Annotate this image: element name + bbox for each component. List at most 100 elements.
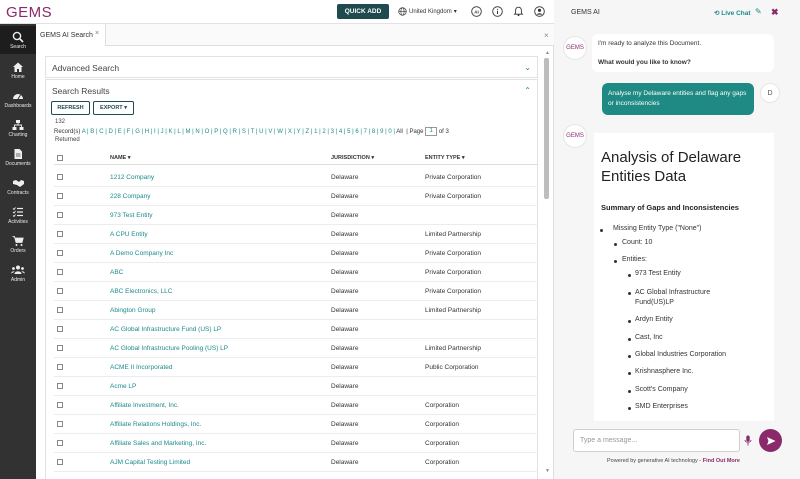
chevron-down-icon[interactable]: ⌄ xyxy=(524,63,531,72)
sidebar-item-charting[interactable]: Charting xyxy=(0,114,36,142)
row-checkbox[interactable] xyxy=(57,383,63,389)
entity-name-link[interactable]: 228 Company xyxy=(110,193,150,200)
sidebar-item-documents[interactable]: Documents xyxy=(0,143,36,171)
entity-name-link[interactable]: AJM Capital Testing Limited xyxy=(110,459,190,466)
alphabet-link[interactable]: 2 xyxy=(322,129,325,135)
sidebar-item-home[interactable]: Home xyxy=(0,56,36,84)
alphabet-link[interactable]: 4 xyxy=(339,129,342,135)
table-row[interactable]: AC Global Infrastructure Pooling (US) LP… xyxy=(54,339,538,358)
entity-name-link[interactable]: ACME II Incorporated xyxy=(110,364,173,371)
table-row[interactable]: 1212 Company Delaware Private Corporation xyxy=(54,168,538,187)
refresh-button[interactable]: REFRESH xyxy=(51,101,90,115)
alphabet-link[interactable]: F xyxy=(127,129,131,135)
table-row[interactable]: 228 Company Delaware Private Corporation xyxy=(54,187,538,206)
alphabet-link[interactable]: 3 xyxy=(331,129,334,135)
chat-input[interactable]: Type a message... xyxy=(573,429,740,452)
row-checkbox[interactable] xyxy=(57,231,63,237)
entity-name-link[interactable]: ABC xyxy=(110,269,123,276)
alphabet-link[interactable]: Y xyxy=(297,129,301,135)
sidebar-item-search[interactable]: Search xyxy=(0,26,36,54)
alphabet-link[interactable]: I xyxy=(154,129,156,135)
alphabet-link[interactable]: D xyxy=(108,129,112,135)
table-row[interactable]: ABC Electronics, LLC Delaware Private Corp… xyxy=(54,282,538,301)
ai-icon[interactable]: AI xyxy=(471,6,482,17)
alphabet-link[interactable]: 5 xyxy=(347,129,350,135)
gems-logo[interactable]: GEMS xyxy=(6,4,52,21)
row-checkbox[interactable] xyxy=(57,345,63,351)
alphabet-link[interactable]: J xyxy=(161,129,164,135)
row-checkbox[interactable] xyxy=(57,326,63,332)
send-button[interactable] xyxy=(759,429,782,452)
table-row[interactable]: AC Global Infrastructure Fund (US) LP Del… xyxy=(54,320,538,339)
alphabet-link[interactable]: H xyxy=(145,129,149,135)
quick-add-button[interactable]: QUICK ADD xyxy=(337,4,389,19)
table-row[interactable]: Abington Group Delaware Limited Partnershi… xyxy=(54,301,538,320)
alphabet-link[interactable]: K xyxy=(169,129,173,135)
alphabet-link[interactable]: 8 xyxy=(372,129,375,135)
entity-name-link[interactable]: AC Global Infrastructure Pooling (US) LP xyxy=(110,345,228,352)
alphabet-link[interactable]: M xyxy=(185,129,190,135)
user-profile-icon[interactable] xyxy=(534,6,545,17)
row-checkbox[interactable] xyxy=(57,212,63,218)
column-header-jurisdiction[interactable]: JURISDICTION ▾ xyxy=(331,155,374,161)
alphabet-link[interactable]: S xyxy=(242,129,246,135)
tab-close-icon[interactable]: × xyxy=(95,30,99,37)
table-row[interactable]: 973 Test Entity Delaware xyxy=(54,206,538,225)
page-input[interactable]: 1 xyxy=(425,127,438,136)
sidebar-item-orders[interactable]: Orders xyxy=(0,230,36,258)
alphabet-link[interactable]: Q xyxy=(223,129,228,135)
alphabet-link[interactable]: V xyxy=(268,129,272,135)
table-row[interactable]: Affiliate Sales and Marketing, Inc. Delaw… xyxy=(54,434,538,453)
alphabet-link[interactable]: X xyxy=(288,129,292,135)
info-icon[interactable] xyxy=(492,6,503,17)
alphabet-link[interactable]: C xyxy=(99,129,103,135)
alphabet-link[interactable]: W xyxy=(277,129,283,135)
close-chat-icon[interactable]: ✖ xyxy=(771,7,779,18)
table-row[interactable]: A Demo Company Inc Delaware Private Corpor… xyxy=(54,244,538,263)
sidebar-item-dashboards[interactable]: Dashboards xyxy=(0,85,36,113)
bell-icon[interactable] xyxy=(513,6,524,17)
alphabet-link[interactable]: P xyxy=(214,129,218,135)
table-row[interactable]: AJM Capital Testing Limited Delaware Corpo… xyxy=(54,453,538,472)
alphabet-link[interactable]: E xyxy=(118,129,122,135)
advanced-search-panel[interactable]: Advanced Search ⌄ xyxy=(45,56,538,78)
export-button[interactable]: EXPORT ▾ xyxy=(93,101,134,115)
alphabet-link[interactable]: 9 xyxy=(380,129,383,135)
entity-name-link[interactable]: ABC Electronics, LLC xyxy=(110,288,173,295)
column-header-name[interactable]: NAME ▾ xyxy=(110,155,130,161)
sidebar-item-activities[interactable]: Activities xyxy=(0,201,36,229)
alphabet-link[interactable]: 0 xyxy=(388,129,391,135)
table-row[interactable]: ABC Delaware Private Corporation xyxy=(54,263,538,282)
entity-name-link[interactable]: Affiliate Sales and Marketing, Inc. xyxy=(110,440,206,447)
column-header-entity-type[interactable]: ENTITY TYPE ▾ xyxy=(425,155,465,161)
alphabet-link[interactable]: U xyxy=(259,129,263,135)
sidebar-item-contracts[interactable]: Contracts xyxy=(0,172,36,200)
alphabet-link[interactable]: All xyxy=(396,129,403,135)
entity-name-link[interactable]: 1212 Company xyxy=(110,174,154,181)
table-row[interactable]: Acme LP Delaware xyxy=(54,377,538,396)
row-checkbox[interactable] xyxy=(57,193,63,199)
row-checkbox[interactable] xyxy=(57,421,63,427)
entity-name-link[interactable]: Affiliate Investment, Inc. xyxy=(110,402,179,409)
close-icon[interactable]: × xyxy=(544,31,549,40)
entity-name-link[interactable]: Affiliate Relations Holdings, Inc. xyxy=(110,421,201,428)
row-checkbox[interactable] xyxy=(57,288,63,294)
row-checkbox[interactable] xyxy=(57,402,63,408)
row-checkbox[interactable] xyxy=(57,440,63,446)
entity-name-link[interactable]: 973 Test Entity xyxy=(110,212,153,219)
find-out-more-link[interactable]: Find Out More xyxy=(703,458,740,464)
alphabet-link[interactable]: R xyxy=(233,129,237,135)
chevron-up-icon[interactable]: ⌃ xyxy=(524,86,531,95)
row-checkbox[interactable] xyxy=(57,307,63,313)
alphabet-link[interactable]: L xyxy=(177,129,180,135)
select-all-checkbox[interactable] xyxy=(57,155,63,161)
table-row[interactable]: A CPU Entity Delaware Limited Partnership xyxy=(54,225,538,244)
entity-name-link[interactable]: AC Global Infrastructure Fund (US) LP xyxy=(110,326,221,333)
live-chat-link[interactable]: ⟲ Live Chat xyxy=(714,9,751,17)
alphabet-link[interactable]: Z xyxy=(305,129,309,135)
entity-name-link[interactable]: Abington Group xyxy=(110,307,156,314)
scroll-up-arrow[interactable]: ▲ xyxy=(545,50,550,56)
alphabet-link[interactable]: O xyxy=(205,129,210,135)
row-checkbox[interactable] xyxy=(57,269,63,275)
alphabet-link[interactable]: 7 xyxy=(364,129,367,135)
